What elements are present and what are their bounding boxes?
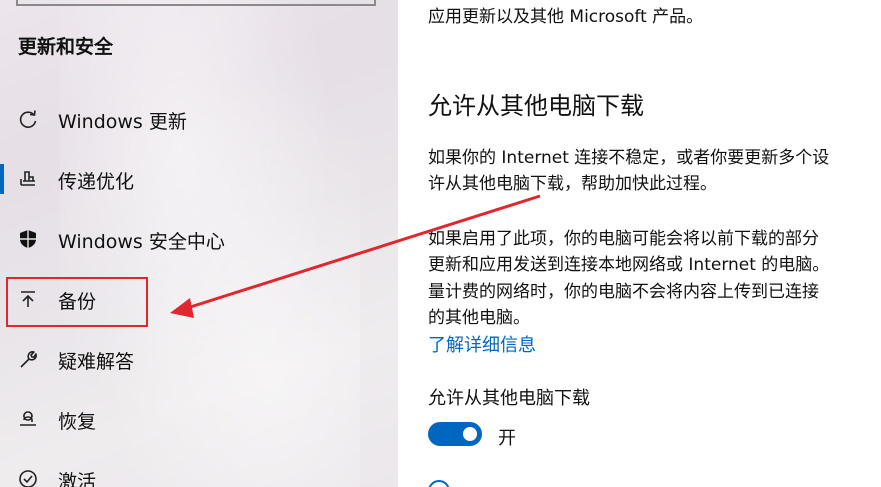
search-box[interactable] — [16, 0, 376, 6]
sidebar-item-activation[interactable]: 激活 — [0, 459, 398, 487]
sidebar: 更新和安全 Windows 更新 传递优化 Windows 安全中心 备份 疑难… — [0, 0, 398, 487]
sidebar-item-label: 激活 — [58, 471, 97, 487]
sidebar-item-delivery-optimization[interactable]: 传递优化 — [0, 159, 398, 199]
toggle-label: 允许从其他电脑下载 — [428, 388, 590, 409]
section-title: 更新和安全 — [18, 36, 114, 58]
allow-downloads-toggle[interactable] — [428, 422, 482, 446]
sidebar-item-label: Windows 安全中心 — [58, 231, 225, 253]
sidebar-item-label: 传递优化 — [58, 171, 135, 193]
description-line: 量计费的网络时，你的电脑不会将内容上传到已连接 — [428, 282, 819, 302]
description-line: 如果启用了此项，你的电脑可能会将以前下载的部分 — [428, 229, 819, 249]
sidebar-item-label: 疑难解答 — [58, 351, 135, 373]
description-line: 许从其他电脑下载，帮助加快此过程。 — [428, 174, 717, 194]
toggle-state-label: 开 — [498, 428, 516, 449]
description-line: 的其他电脑。 — [428, 308, 530, 328]
recovery-icon — [17, 409, 39, 429]
check-circle-icon — [17, 469, 39, 487]
intro-text: 应用更新以及其他 Microsoft 产品。 — [428, 7, 704, 27]
sidebar-item-security-center[interactable]: Windows 安全中心 — [0, 219, 398, 259]
radio-button[interactable] — [428, 480, 450, 487]
main-content: 应用更新以及其他 Microsoft 产品。 允许从其他电脑下载 如果你的 In… — [398, 0, 881, 487]
refresh-icon — [17, 109, 39, 129]
shield-icon — [17, 229, 39, 249]
sidebar-item-label: 恢复 — [58, 411, 97, 433]
section-heading: 允许从其他电脑下载 — [428, 92, 644, 120]
annotation-highlight-box — [6, 277, 148, 327]
delivery-optimization-icon — [17, 169, 39, 189]
sidebar-item-troubleshoot[interactable]: 疑难解答 — [0, 339, 398, 379]
toggle-knob — [463, 427, 477, 441]
sidebar-item-windows-update[interactable]: Windows 更新 — [0, 99, 398, 139]
sidebar-item-recovery[interactable]: 恢复 — [0, 399, 398, 439]
description-line: 如果你的 Internet 连接不稳定，或者你要更新多个设 — [428, 148, 830, 168]
wrench-icon — [17, 349, 39, 369]
description-line: 更新和应用发送到连接本地网络或 Internet 的电脑。 — [428, 255, 830, 275]
learn-more-link[interactable]: 了解详细信息 — [428, 331, 536, 357]
sidebar-item-label: Windows 更新 — [58, 111, 187, 133]
